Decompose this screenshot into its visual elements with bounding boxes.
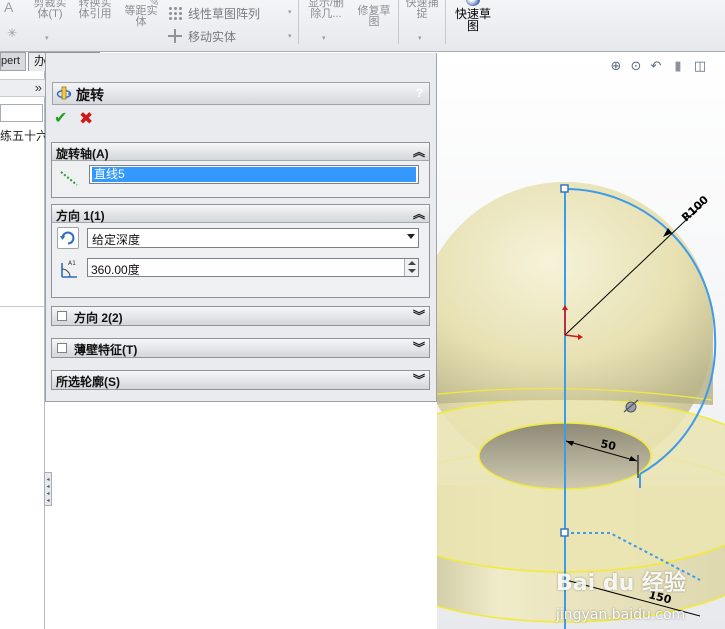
watermark-brand: Bai du 经验	[556, 571, 686, 596]
previous-view-icon[interactable]: ↶	[648, 58, 664, 74]
sketch-point-top[interactable]	[560, 184, 569, 193]
view-orientation-icon[interactable]: ◫	[692, 58, 708, 74]
heads-up-view-toolbar: ⊕ ⊙ ↶ ▮ ◫	[608, 58, 725, 76]
watermark: Bai du 经验 jingyan.baidu.com	[556, 565, 725, 629]
sketch-point-bottom[interactable]	[560, 528, 569, 537]
watermark-url: jingyan.baidu.com	[556, 607, 686, 623]
model-preview: R100 50 150	[437, 182, 725, 629]
zoom-to-area-icon[interactable]: ⊙	[628, 58, 644, 74]
radius-dimension-text[interactable]: R100	[679, 193, 711, 224]
zoom-to-fit-icon[interactable]: ⊕	[608, 58, 624, 74]
section-view-icon[interactable]: ▮	[670, 58, 686, 74]
